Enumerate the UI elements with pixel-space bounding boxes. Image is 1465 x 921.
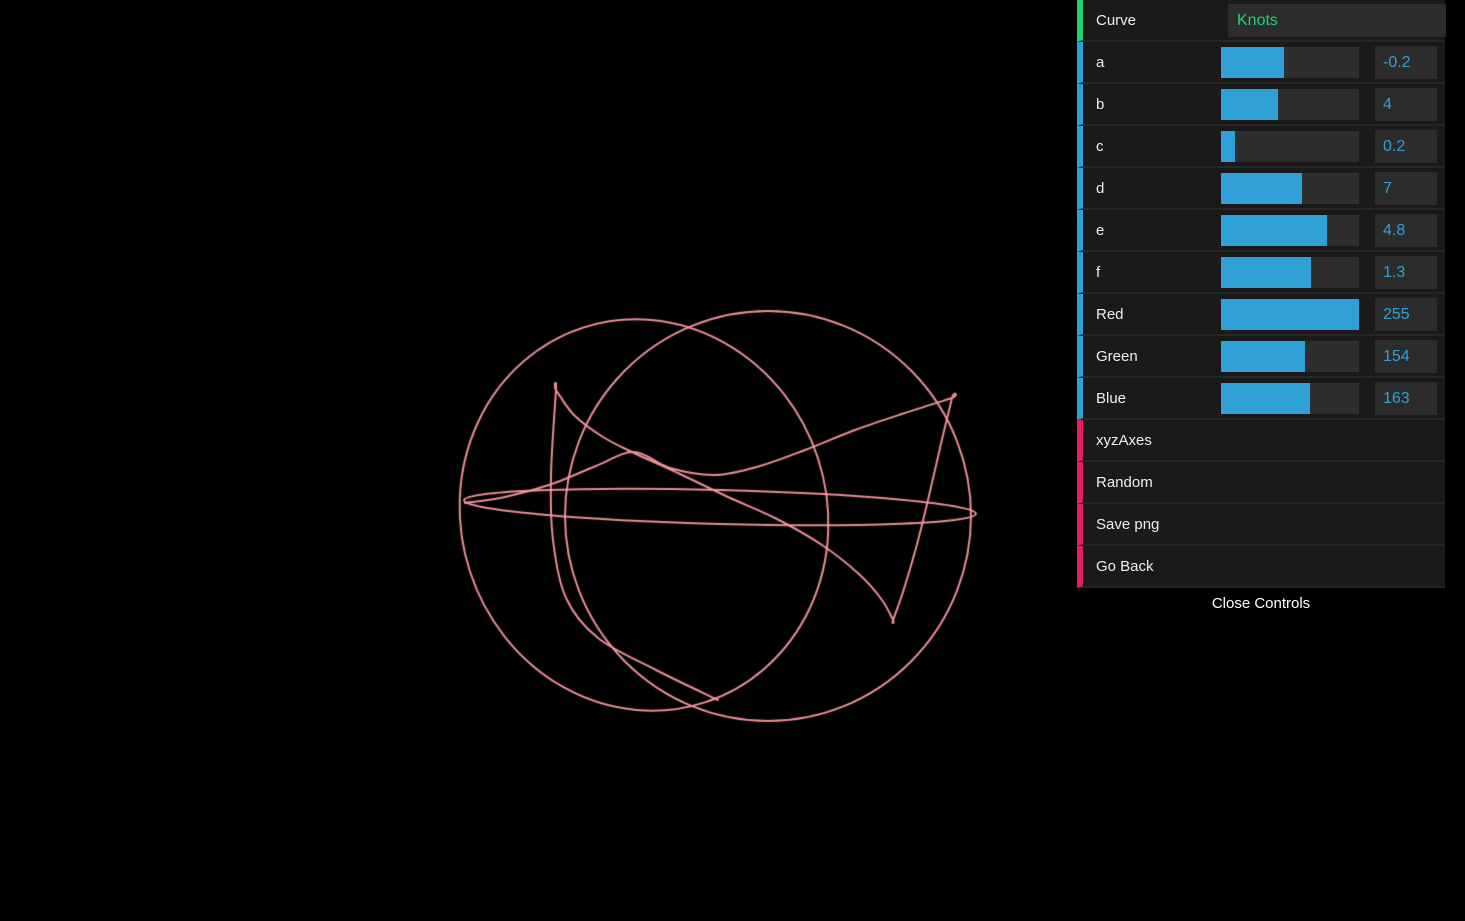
- gui-row-b: b4: [1077, 84, 1445, 126]
- button-label: Save png: [1096, 504, 1159, 544]
- button-save-png[interactable]: Save png: [1077, 504, 1445, 546]
- slider-track-e[interactable]: [1221, 215, 1359, 246]
- value-input-c[interactable]: 0.2: [1375, 130, 1437, 163]
- slider-label: a: [1096, 42, 1104, 82]
- slider-track-f[interactable]: [1221, 257, 1359, 288]
- curve-select-value: Knots: [1237, 12, 1278, 30]
- button-label: xyzAxes: [1096, 420, 1152, 460]
- button-random[interactable]: Random: [1077, 462, 1445, 504]
- value-input-red[interactable]: 255: [1375, 298, 1437, 331]
- gui-row-green: Green 154: [1077, 336, 1445, 378]
- slider-fill: [1221, 299, 1359, 330]
- value-input-blue[interactable]: 163: [1375, 382, 1437, 415]
- slider-fill: [1221, 47, 1284, 78]
- slider-label: e: [1096, 210, 1104, 250]
- value-input-f[interactable]: 1.3: [1375, 256, 1437, 289]
- value-input-e[interactable]: 4.8: [1375, 214, 1437, 247]
- gui-row-f: f 1.3: [1077, 252, 1445, 294]
- gui-rows: Curve Knots a-0.2b4c0.2d7e4.8f1.3Red255G…: [1077, 0, 1445, 588]
- slider-label: f: [1096, 252, 1100, 292]
- value-input-a[interactable]: -0.2: [1375, 46, 1437, 79]
- curve-select[interactable]: Knots: [1228, 4, 1446, 37]
- slider-fill: [1221, 257, 1311, 288]
- slider-label: Green: [1096, 336, 1138, 376]
- gui-row-c: c 0.2: [1077, 126, 1445, 168]
- slider-fill: [1221, 215, 1327, 246]
- value-input-b[interactable]: 4: [1375, 88, 1437, 121]
- slider-fill: [1221, 341, 1305, 372]
- slider-track-a[interactable]: [1221, 47, 1359, 78]
- button-go-back[interactable]: Go Back: [1077, 546, 1445, 588]
- slider-track-d[interactable]: [1221, 173, 1359, 204]
- dat-gui-panel: Curve Knots a-0.2b4c0.2d7e4.8f1.3Red255G…: [1077, 0, 1445, 618]
- value-input-d[interactable]: 7: [1375, 172, 1437, 205]
- slider-fill: [1221, 89, 1278, 120]
- button-label: Go Back: [1096, 546, 1154, 586]
- slider-label: d: [1096, 168, 1104, 208]
- gui-row-red: Red 255: [1077, 294, 1445, 336]
- slider-track-blue[interactable]: [1221, 383, 1359, 414]
- slider-label: Red: [1096, 294, 1124, 334]
- slider-label: b: [1096, 84, 1104, 124]
- curve-row-label: Curve: [1096, 0, 1136, 40]
- value-input-green[interactable]: 154: [1375, 340, 1437, 373]
- gui-row-e: e 4.8: [1077, 210, 1445, 252]
- slider-fill: [1221, 383, 1310, 414]
- slider-label: Blue: [1096, 378, 1126, 418]
- gui-row-a: a -0.2: [1077, 42, 1445, 84]
- close-controls-button[interactable]: Close Controls: [1077, 588, 1445, 618]
- slider-track-green[interactable]: [1221, 341, 1359, 372]
- slider-track-red[interactable]: [1221, 299, 1359, 330]
- slider-label: c: [1096, 126, 1104, 166]
- gui-row-blue: Blue 163: [1077, 378, 1445, 420]
- button-xyzaxes[interactable]: xyzAxes: [1077, 420, 1445, 462]
- gui-row-curve: Curve Knots: [1077, 0, 1445, 42]
- button-label: Random: [1096, 462, 1153, 502]
- slider-track-c[interactable]: [1221, 131, 1359, 162]
- slider-fill: [1221, 131, 1235, 162]
- gui-row-d: d7: [1077, 168, 1445, 210]
- slider-track-b[interactable]: [1221, 89, 1359, 120]
- slider-fill: [1221, 173, 1302, 204]
